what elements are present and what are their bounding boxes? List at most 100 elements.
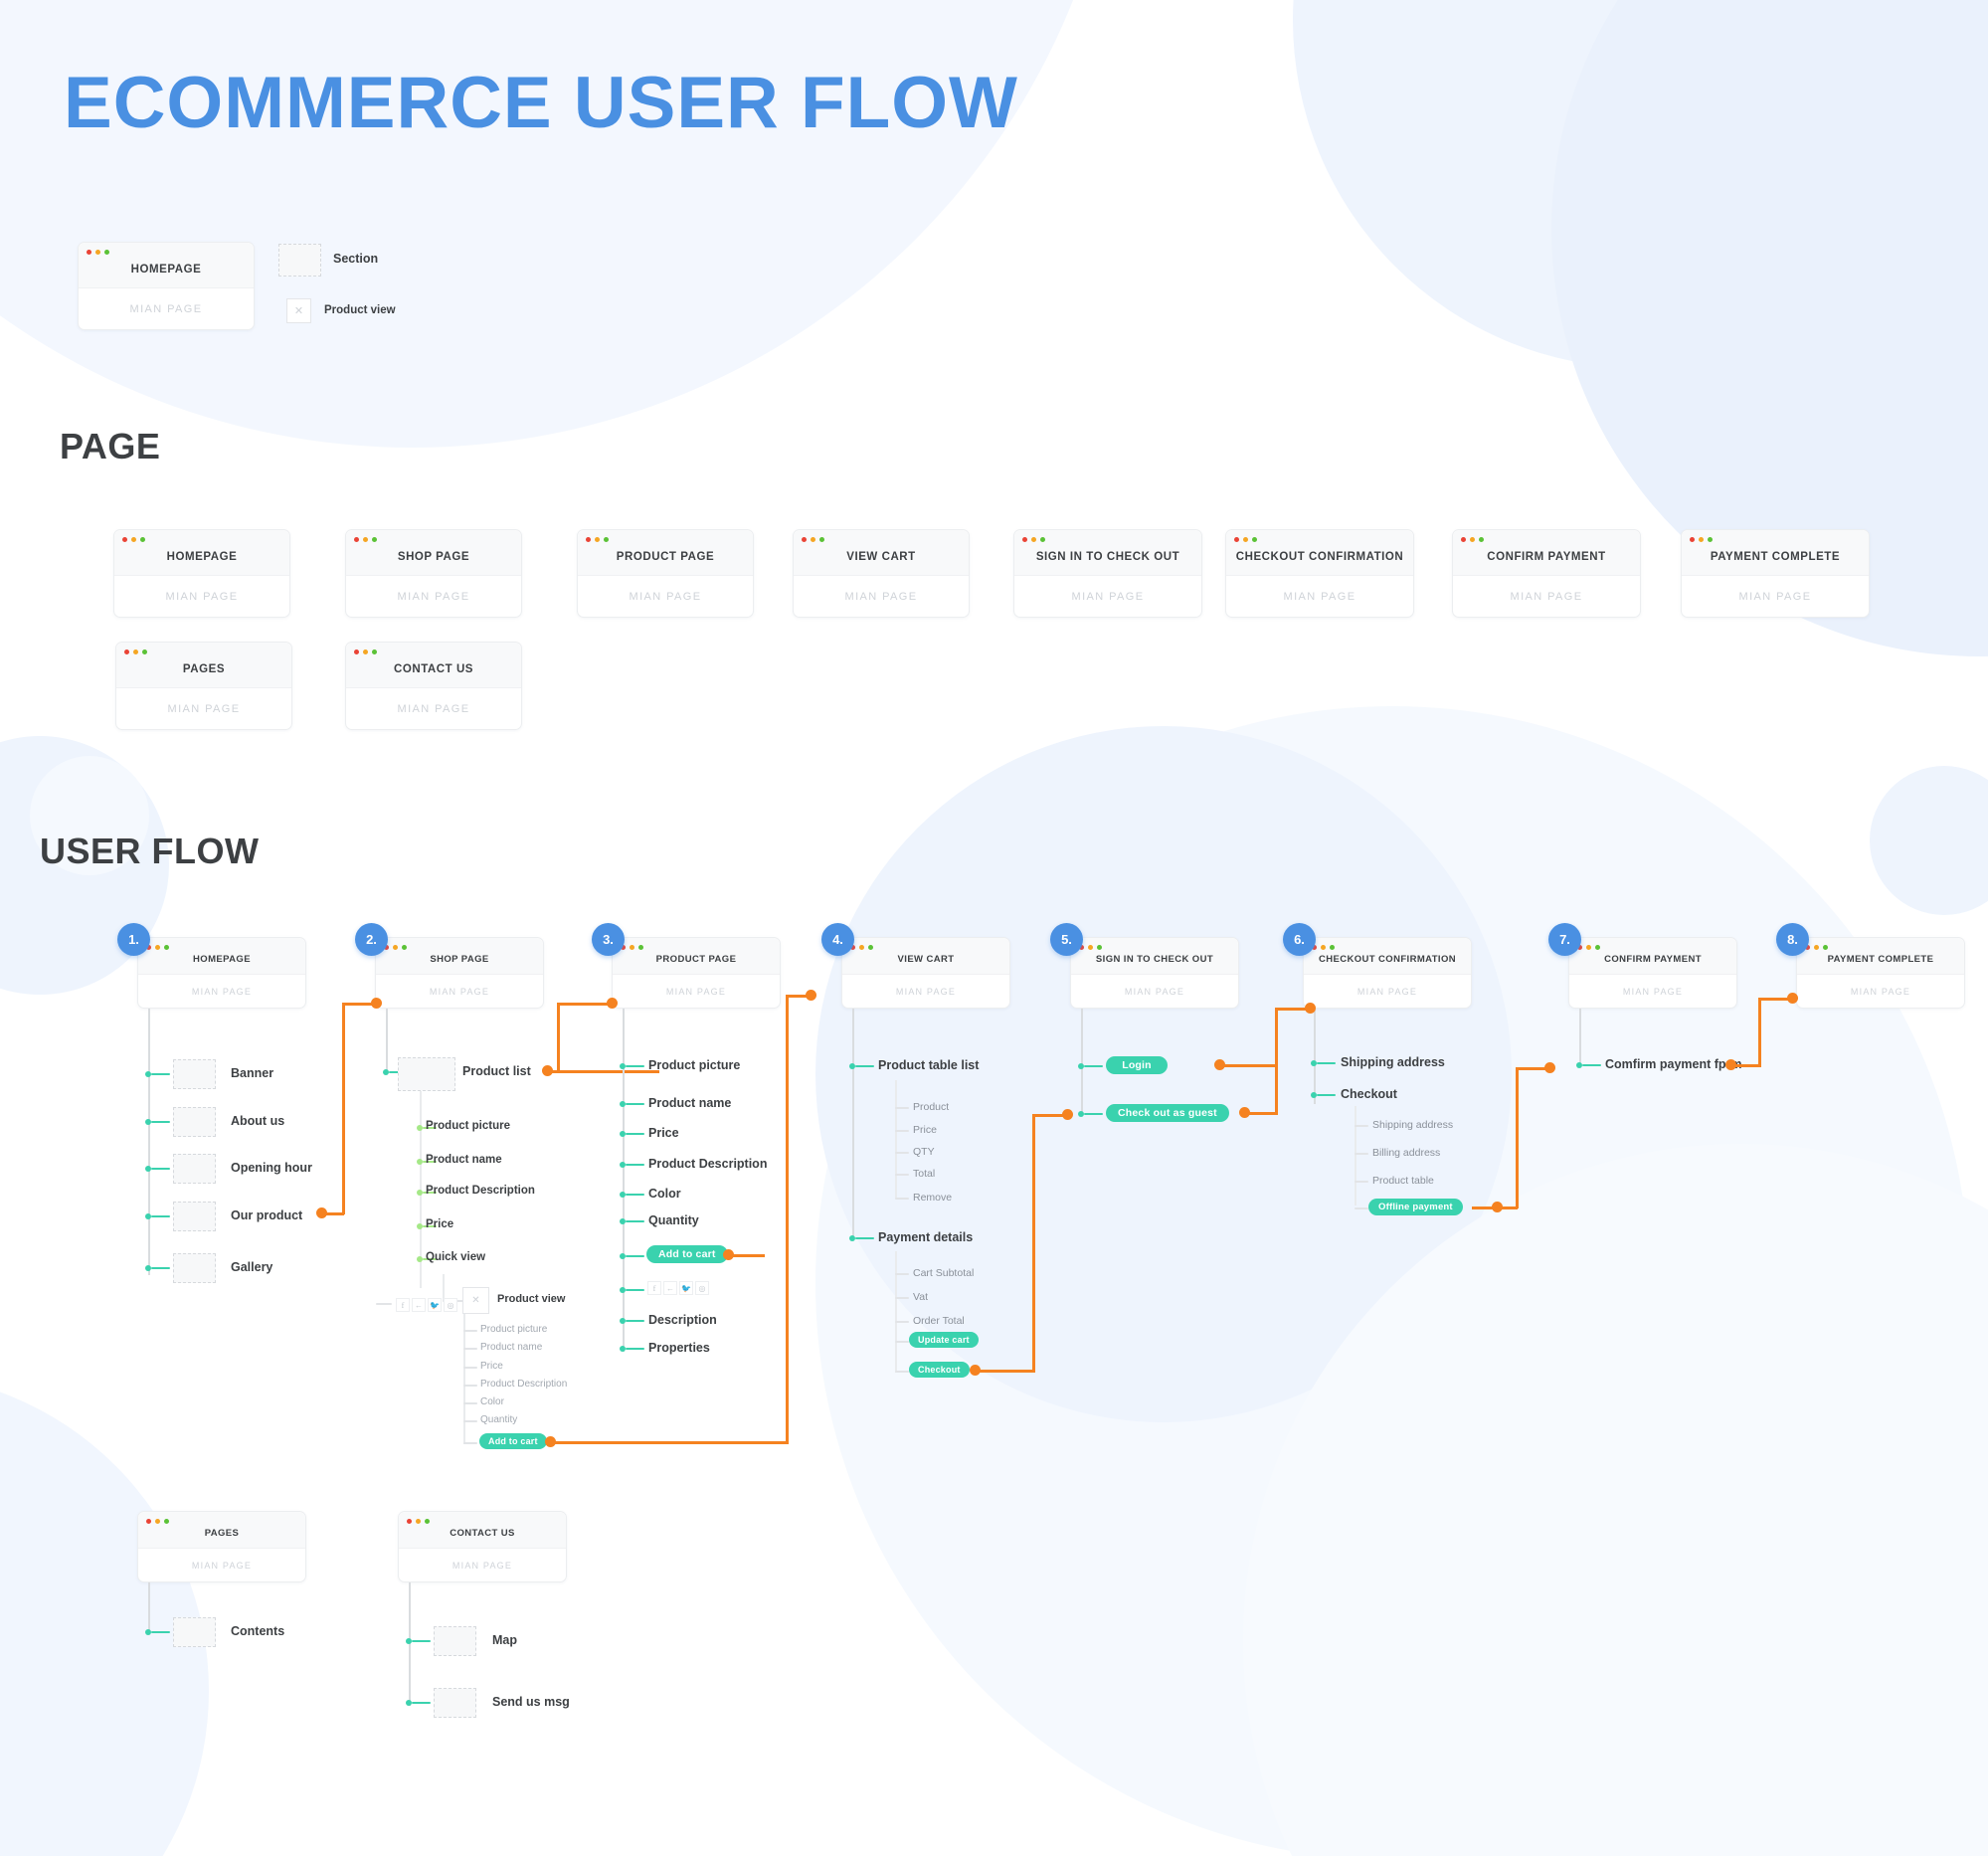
node-tick bbox=[151, 1267, 170, 1270]
login-button[interactable]: Login bbox=[1106, 1056, 1168, 1074]
flow-step-badge-5: 5. bbox=[1050, 923, 1083, 956]
connector-segment bbox=[1516, 1067, 1519, 1208]
section-box bbox=[173, 1107, 216, 1137]
flow-card-sign-in[interactable]: SIGN IN TO CHECK OUT MIAN PAGE bbox=[1070, 937, 1239, 1009]
window-dots bbox=[354, 650, 377, 654]
flow-card-checkout-confirmation[interactable]: CHECKOUT CONFIRMATION MIAN PAGE bbox=[1303, 937, 1472, 1009]
connector-segment bbox=[1032, 1114, 1035, 1372]
flow-card-contact-us[interactable]: CONTACT US MIAN PAGE bbox=[398, 1511, 567, 1582]
user-flow-poster: ECOMMERCE USER FLOW HOMEPAGE MIAN PAGE S… bbox=[0, 0, 1988, 1856]
page-card-payment-complete[interactable]: PAYMENT COMPLETE MIAN PAGE bbox=[1681, 529, 1870, 618]
legend-product-view-label: Product view bbox=[324, 304, 396, 316]
google-plus-icon[interactable]: ← bbox=[663, 1281, 677, 1295]
offline-payment-button[interactable]: Offline payment bbox=[1368, 1199, 1463, 1215]
page-card-sub: MIAN PAGE bbox=[1738, 590, 1812, 603]
update-cart-button[interactable]: Update cart bbox=[909, 1332, 979, 1348]
flow-card-product-page[interactable]: PRODUCT PAGE MIAN PAGE bbox=[612, 937, 781, 1009]
node-tick bbox=[1317, 1062, 1336, 1065]
facebook-icon[interactable]: f bbox=[647, 1281, 661, 1295]
add-to-cart-button[interactable]: Add to cart bbox=[479, 1433, 547, 1449]
node-tick bbox=[463, 1367, 477, 1370]
twitter-icon[interactable]: 🐦 bbox=[428, 1298, 442, 1312]
page-card-view-cart[interactable]: VIEW CART MIAN PAGE bbox=[793, 529, 970, 618]
flow-card-sub: MIAN PAGE bbox=[429, 986, 490, 997]
page-card-sub: MIAN PAGE bbox=[629, 590, 702, 603]
window-dots bbox=[384, 945, 407, 950]
flow-card-title: HOMEPAGE bbox=[138, 938, 305, 976]
checkout-as-guest-button[interactable]: Check out as guest bbox=[1106, 1104, 1229, 1122]
flow-step-badge-4: 4. bbox=[821, 923, 854, 956]
connector-segment bbox=[551, 1441, 789, 1444]
flow-node-label: Product Description bbox=[480, 1379, 568, 1390]
node-tick bbox=[895, 1152, 909, 1155]
flow-node-label: Color bbox=[648, 1187, 681, 1201]
node-tick bbox=[626, 1065, 644, 1068]
window-dots bbox=[122, 537, 145, 542]
google-plus-icon[interactable]: ← bbox=[412, 1298, 426, 1312]
window-dots bbox=[1690, 537, 1713, 542]
flow-card-confirm-payment[interactable]: CONFIRM PAYMENT MIAN PAGE bbox=[1568, 937, 1737, 1009]
node-tick bbox=[895, 1130, 909, 1133]
flow-card-payment-complete[interactable]: PAYMENT COMPLETE MIAN PAGE bbox=[1796, 937, 1965, 1009]
close-icon[interactable]: ✕ bbox=[462, 1287, 489, 1314]
flow-step-badge-2: 2. bbox=[355, 923, 388, 956]
add-to-cart-button[interactable]: Add to cart bbox=[646, 1245, 728, 1263]
window-dots bbox=[146, 1519, 169, 1524]
connector-dot bbox=[1544, 1062, 1555, 1073]
connector-segment bbox=[729, 1254, 765, 1257]
window-dots bbox=[802, 537, 824, 542]
tree-trunk-sub bbox=[463, 1314, 465, 1444]
window-dots bbox=[1312, 945, 1335, 950]
tree-trunk-sub bbox=[895, 1251, 897, 1373]
node-tick bbox=[895, 1341, 909, 1344]
section-box bbox=[173, 1253, 216, 1283]
section-box bbox=[434, 1688, 476, 1718]
page-card-shop-page[interactable]: SHOP PAGE MIAN PAGE bbox=[345, 529, 522, 618]
section-box bbox=[173, 1059, 216, 1089]
node-tick bbox=[895, 1321, 909, 1324]
twitter-icon[interactable]: 🐦 bbox=[679, 1281, 693, 1295]
section-box bbox=[173, 1617, 216, 1647]
connector-dot bbox=[1492, 1202, 1503, 1212]
page-card-sign-in[interactable]: SIGN IN TO CHECK OUT MIAN PAGE bbox=[1013, 529, 1202, 618]
flow-node-label: Price bbox=[426, 1218, 454, 1230]
pinterest-icon[interactable]: ◎ bbox=[444, 1298, 457, 1312]
page-card-pages[interactable]: PAGES MIAN PAGE bbox=[115, 642, 292, 730]
connector-segment bbox=[1220, 1064, 1278, 1067]
page-card-product-page[interactable]: PRODUCT PAGE MIAN PAGE bbox=[577, 529, 754, 618]
node-tick bbox=[151, 1073, 170, 1076]
node-tick bbox=[151, 1121, 170, 1124]
flow-node-label: Checkout bbox=[1341, 1087, 1397, 1101]
flow-card-homepage[interactable]: HOMEPAGE MIAN PAGE bbox=[137, 937, 306, 1009]
tree-trunk bbox=[148, 1582, 150, 1634]
flow-node-label: Order Total bbox=[913, 1315, 965, 1327]
connector-segment bbox=[1758, 998, 1761, 1067]
checkout-button[interactable]: Checkout bbox=[909, 1362, 970, 1378]
page-card-sub: MIAN PAGE bbox=[1510, 590, 1583, 603]
flow-node-label: Billing address bbox=[1372, 1147, 1441, 1159]
flow-node-label: Payment details bbox=[878, 1230, 974, 1244]
section-box bbox=[173, 1202, 216, 1231]
page-card-confirm-payment[interactable]: CONFIRM PAYMENT MIAN PAGE bbox=[1452, 529, 1641, 618]
section-box bbox=[173, 1154, 216, 1184]
flow-card-pages[interactable]: PAGES MIAN PAGE bbox=[137, 1511, 306, 1582]
node-tick bbox=[412, 1640, 431, 1643]
page-card-sub: MIAN PAGE bbox=[167, 702, 241, 715]
node-tick bbox=[626, 1194, 644, 1197]
page-card-checkout-confirmation[interactable]: CHECKOUT CONFIRMATION MIAN PAGE bbox=[1225, 529, 1414, 618]
flow-card-shop-page[interactable]: SHOP PAGE MIAN PAGE bbox=[375, 937, 544, 1009]
page-card-sub: MIAN PAGE bbox=[1071, 590, 1145, 603]
tree-trunk bbox=[1081, 1009, 1083, 1116]
node-tick bbox=[463, 1330, 477, 1333]
facebook-icon[interactable]: f bbox=[396, 1298, 410, 1312]
page-card-contact-us[interactable]: CONTACT US MIAN PAGE bbox=[345, 642, 522, 730]
node-tick bbox=[895, 1297, 909, 1300]
node-tick bbox=[376, 1303, 392, 1306]
window-dots bbox=[124, 650, 147, 654]
connector-dot bbox=[1787, 993, 1798, 1004]
page-title: ECOMMERCE USER FLOW bbox=[64, 63, 1018, 143]
page-card-homepage[interactable]: HOMEPAGE MIAN PAGE bbox=[113, 529, 290, 618]
tree-trunk-sub bbox=[895, 1080, 897, 1199]
flow-card-view-cart[interactable]: VIEW CART MIAN PAGE bbox=[841, 937, 1010, 1009]
pinterest-icon[interactable]: ◎ bbox=[695, 1281, 709, 1295]
